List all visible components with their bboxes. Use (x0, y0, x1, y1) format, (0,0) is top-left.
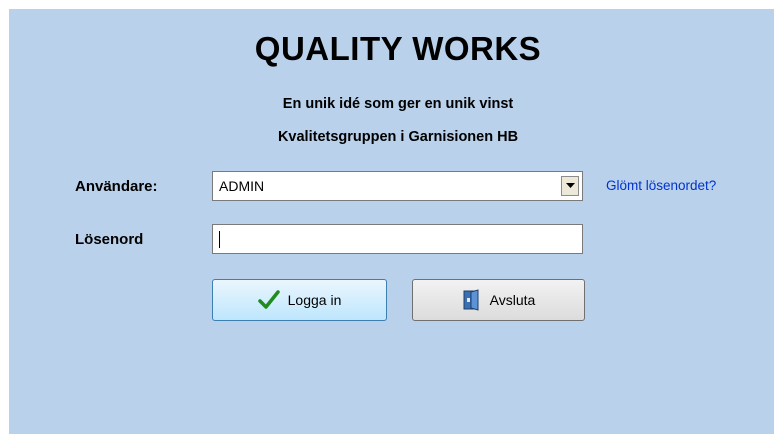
user-select-value: ADMIN (219, 178, 265, 194)
tagline: En unik idé som ger en unik vinst (282, 96, 514, 112)
exit-door-icon (463, 289, 479, 311)
login-button-label: Logga in (287, 292, 342, 308)
forgot-password-link[interactable]: Glömt lösenordet? (606, 178, 716, 193)
user-select[interactable]: ADMIN (212, 171, 583, 201)
checkmark-icon (257, 290, 280, 309)
user-label: Användare: (75, 178, 158, 195)
app-title: QUALITY WORKS (254, 30, 542, 67)
chevron-down-icon (565, 183, 575, 188)
exit-button-label: Avsluta (489, 292, 536, 308)
password-label: Lösenord (75, 231, 144, 248)
dropdown-button[interactable] (561, 176, 579, 196)
text-cursor (219, 231, 220, 248)
company-name: Kvalitetsgruppen i Garnisionen HB (277, 129, 519, 145)
exit-button[interactable]: Avsluta (412, 279, 585, 321)
login-button[interactable]: Logga in (212, 279, 387, 321)
login-panel (9, 9, 774, 434)
password-field[interactable] (212, 224, 583, 254)
